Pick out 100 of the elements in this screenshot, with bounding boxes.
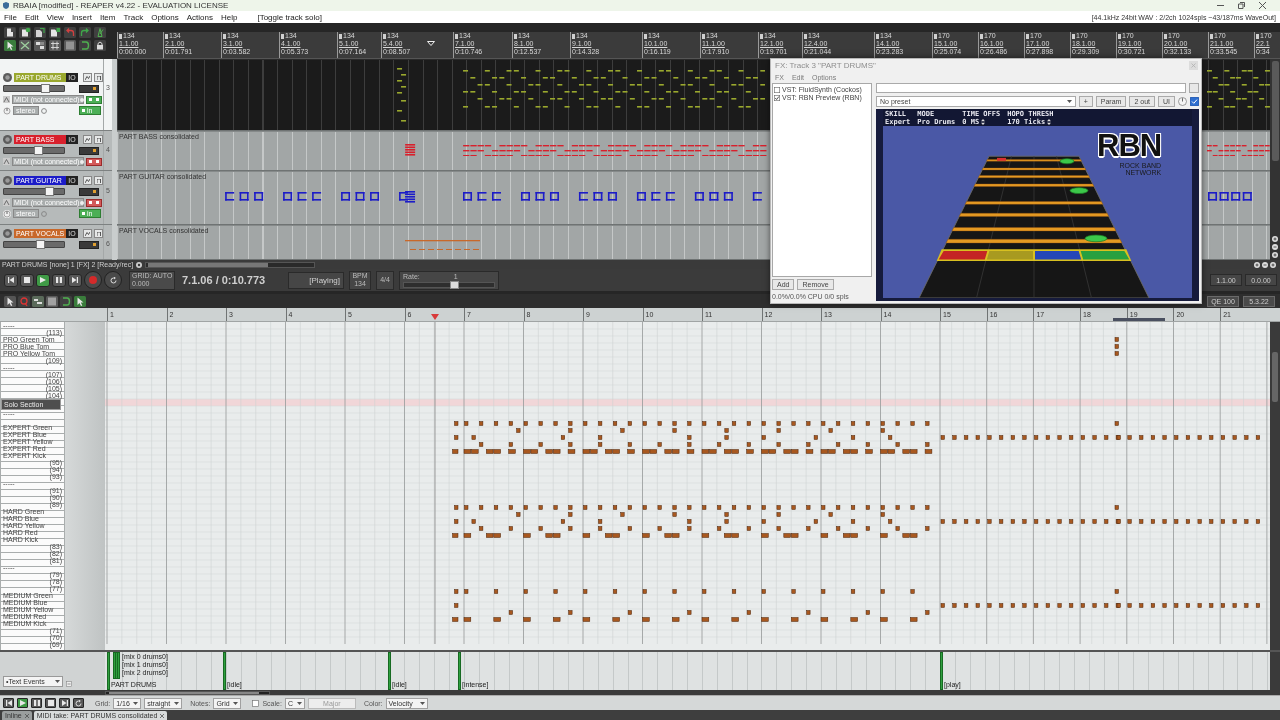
menu-item[interactable]: Track (123, 12, 144, 22)
document-icon[interactable] (49, 27, 61, 38)
zoom-in-icon[interactable] (1272, 252, 1278, 258)
pointer-icon[interactable] (4, 40, 16, 51)
slider-thumb[interactable] (40, 84, 50, 93)
tempo-marker-icon[interactable] (1072, 33, 1075, 39)
tempo-marker-icon[interactable] (339, 33, 342, 39)
lock-icon[interactable] (94, 40, 106, 51)
tempo-marker-icon[interactable] (804, 33, 807, 39)
repeat-button[interactable] (104, 271, 122, 289)
envelope-button[interactable] (83, 176, 92, 185)
tempo-marker-icon[interactable] (514, 33, 517, 39)
menu-item[interactable]: Actions (186, 12, 213, 22)
record-monitor-button[interactable] (86, 198, 102, 207)
pause-button[interactable] (31, 698, 42, 708)
tempo-marker-icon[interactable] (165, 33, 168, 39)
chevron-icon[interactable] (3, 96, 10, 103)
menu-item[interactable]: File (4, 12, 17, 22)
go-to-end-button[interactable] (68, 273, 82, 287)
menu-item[interactable]: Options (151, 12, 179, 22)
tempo-marker-icon[interactable] (980, 33, 983, 39)
stop-button[interactable] (20, 273, 34, 287)
record-arm-icon[interactable] (3, 135, 12, 144)
note-blocks-icon[interactable] (32, 295, 44, 307)
tempo-marker-icon[interactable] (572, 33, 575, 39)
tempo-marker-icon[interactable] (1118, 33, 1121, 39)
vertical-scrollbar[interactable] (1270, 322, 1280, 650)
diagonal-lines-icon[interactable] (19, 40, 31, 51)
menu-item[interactable]: Edit (24, 12, 39, 22)
slider-thumb[interactable] (449, 280, 459, 289)
vertical-scrollbar[interactable] (1270, 652, 1280, 690)
zoom-out-icon[interactable] (1272, 244, 1278, 250)
tempo-marker-icon[interactable] (1256, 33, 1259, 39)
fx-button[interactable] (79, 84, 99, 93)
tempo-marker-icon[interactable] (934, 33, 937, 39)
blocks-icon[interactable] (34, 40, 46, 51)
text-event-marker[interactable] (107, 652, 110, 690)
play-button[interactable] (17, 698, 28, 708)
tempo-marker-icon[interactable] (644, 33, 647, 39)
horizontal-scrollbar[interactable] (105, 690, 270, 695)
grid-icon[interactable] (49, 40, 61, 51)
u-shape-icon[interactable] (79, 40, 91, 51)
record-arm-icon[interactable] (3, 73, 12, 82)
gear-icon[interactable] (136, 261, 143, 268)
tempo-marker-icon[interactable] (383, 33, 386, 39)
volume-slider[interactable] (3, 147, 65, 154)
tempo-marker-icon[interactable] (1026, 33, 1029, 39)
text-event-marker[interactable] (388, 652, 391, 690)
slider-thumb[interactable] (44, 187, 54, 196)
checkbox[interactable] (252, 699, 260, 707)
tempo-marker-icon[interactable] (760, 33, 763, 39)
zoom-in-icon[interactable] (1272, 236, 1278, 242)
pause-button[interactable] (52, 273, 66, 287)
record-arm-icon[interactable] (3, 229, 12, 238)
chevron-icon[interactable] (3, 158, 10, 165)
document-icon[interactable] (34, 27, 46, 38)
tempo-marker-icon[interactable] (702, 33, 705, 39)
close-icon[interactable] (160, 713, 165, 718)
tempo-marker-icon[interactable] (281, 33, 284, 39)
slider-thumb[interactable] (33, 146, 43, 155)
go-to-start-button[interactable] (3, 698, 14, 708)
go-to-end-button[interactable] (59, 698, 70, 708)
metronome-icon[interactable] (94, 27, 106, 38)
tempo-marker-icon[interactable] (876, 33, 879, 39)
vertical-scrollbar[interactable] (1270, 59, 1280, 260)
document-icon[interactable] (4, 27, 16, 38)
menu-item[interactable]: Help (221, 12, 238, 22)
volume-slider[interactable] (3, 85, 65, 92)
playhead-icon[interactable] (431, 314, 439, 320)
knob-icon[interactable] (1178, 96, 1187, 106)
volume-slider[interactable] (3, 241, 65, 248)
tempo-marker-icon[interactable] (223, 33, 226, 39)
tempo-marker-icon[interactable] (1164, 33, 1167, 39)
menu-item[interactable]: View (46, 12, 64, 22)
tempo-marker-icon[interactable] (455, 33, 458, 39)
record-monitor-button[interactable] (86, 157, 102, 166)
phase-button[interactable] (94, 73, 103, 82)
fx-button[interactable] (79, 146, 99, 155)
grid-icon[interactable] (46, 295, 58, 307)
go-to-start-button[interactable] (4, 273, 18, 287)
envelope-button[interactable] (83, 73, 92, 82)
envelope-button[interactable] (83, 229, 92, 238)
tempo-marker-icon[interactable] (1210, 33, 1213, 39)
restore-icon[interactable] (1238, 2, 1245, 9)
zoom-in-icon[interactable] (1254, 261, 1260, 268)
edit-cursor-icon[interactable] (427, 41, 435, 46)
text-event-marker[interactable] (458, 652, 461, 690)
close-icon[interactable] (1259, 2, 1266, 9)
stop-button[interactable] (45, 698, 56, 708)
text-field[interactable] (876, 83, 1186, 93)
record-monitor-button[interactable] (86, 95, 102, 104)
checkbox[interactable] (1190, 96, 1199, 106)
repeat-button[interactable] (73, 698, 84, 708)
pointer-icon[interactable] (4, 295, 16, 307)
menu-item[interactable]: Insert (71, 12, 92, 22)
checkbox[interactable] (774, 94, 780, 101)
document-icon[interactable] (19, 27, 31, 38)
text-event-marker[interactable] (223, 652, 226, 690)
fx-button[interactable] (79, 240, 99, 249)
phase-button[interactable] (94, 176, 103, 185)
